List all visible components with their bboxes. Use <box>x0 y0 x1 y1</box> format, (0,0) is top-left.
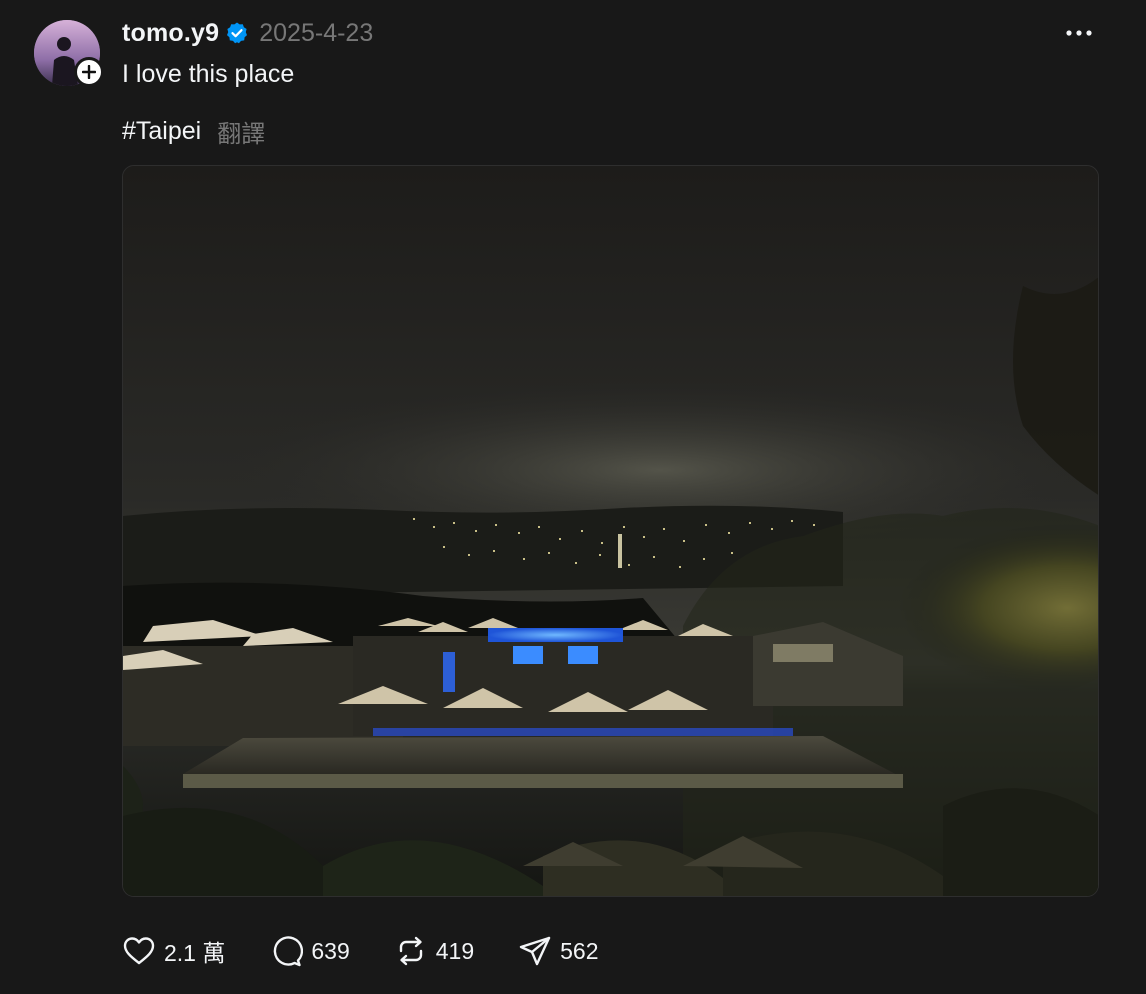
post-caption: I love this place <box>122 60 295 88</box>
repost-count: 419 <box>435 937 475 964</box>
more-options-button[interactable] <box>1064 22 1094 44</box>
follow-button[interactable] <box>74 57 104 87</box>
post-actions: 2.1 萬 639 419 562 <box>122 930 643 972</box>
translate-button[interactable]: 翻譯 <box>217 114 265 149</box>
comment-count: 639 <box>311 937 350 964</box>
verified-badge-icon <box>225 21 249 45</box>
hashtag-link[interactable]: #Taipei <box>122 117 201 146</box>
post-date[interactable]: 2025-4-23 <box>259 19 373 48</box>
comment-button[interactable]: 639 <box>269 934 350 968</box>
repost-icon <box>399 936 422 966</box>
post-image[interactable] <box>122 165 1099 897</box>
hashtag-row: #Taipei 翻譯 <box>122 114 265 149</box>
like-count: 2.1 萬 <box>164 940 226 966</box>
username-link[interactable]: tomo.y9 <box>122 19 219 48</box>
plus-icon <box>82 65 96 79</box>
threads-post: tomo.y9 2025-4-23 I love this place #Tai… <box>0 0 1146 994</box>
comment-bubble-icon <box>274 936 304 967</box>
repost-button[interactable]: 419 <box>394 934 474 968</box>
like-button[interactable]: 2.1 萬 <box>122 934 225 968</box>
more-horizontal-icon <box>1066 30 1092 36</box>
heart-icon <box>123 937 155 965</box>
share-button[interactable]: 562 <box>518 934 599 968</box>
post-header: tomo.y9 2025-4-23 <box>122 14 373 52</box>
avatar-container[interactable] <box>34 20 104 87</box>
share-count: 562 <box>560 937 599 964</box>
send-icon <box>519 936 551 966</box>
night-city-photo <box>123 166 1098 896</box>
